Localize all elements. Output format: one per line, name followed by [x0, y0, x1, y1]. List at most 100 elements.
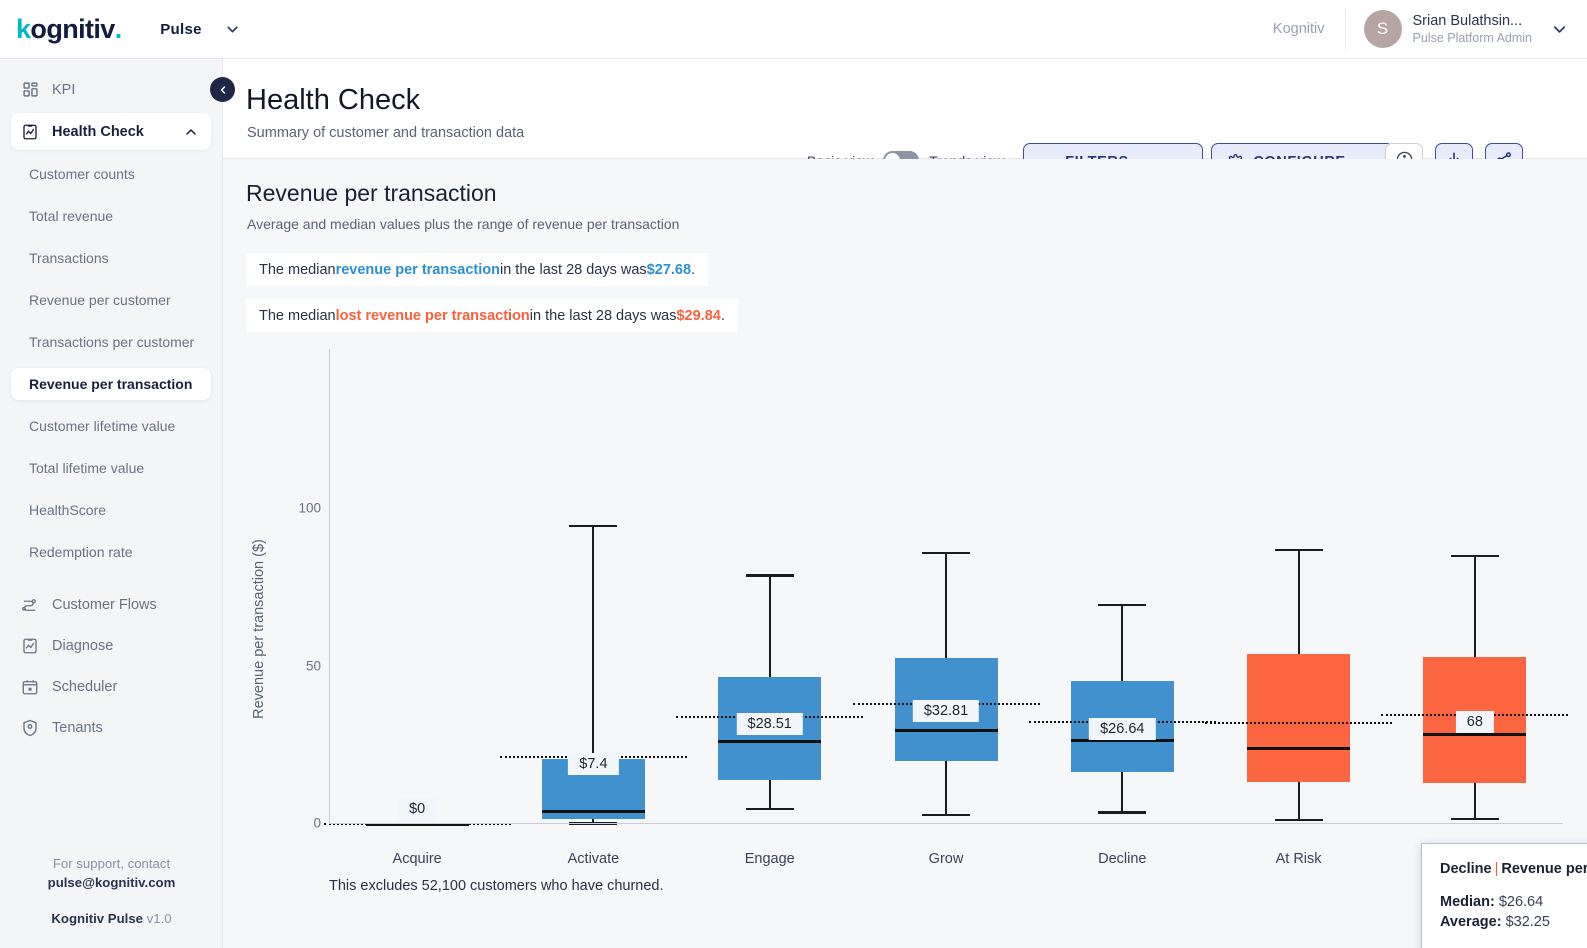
sidebar-subitem-label: Transactions per customer: [29, 334, 195, 350]
sidebar: KPI Health Check Customer counts Total r…: [0, 59, 223, 948]
whisker-lower: [768, 779, 771, 808]
chart-x-tick-label: Acquire: [392, 851, 442, 867]
sidebar-item-scheduler[interactable]: Scheduler: [11, 668, 211, 705]
sidebar-subitem-total-lifetime-value[interactable]: Total lifetime value: [11, 452, 211, 484]
whisker-cap-lower: [1274, 818, 1323, 822]
boxplot-series[interactable]: [1205, 159, 1393, 823]
tooltip-row-value: $26.64: [1498, 894, 1544, 910]
chart-footnote: This excludes 52,100 customers who have …: [329, 878, 664, 894]
tooltip-row-label: Median:: [1440, 894, 1495, 910]
diagnose-icon: [20, 636, 40, 656]
tooltip-category: Decline: [1440, 861, 1492, 877]
flow-icon: [20, 595, 40, 615]
avatar[interactable]: S: [1363, 10, 1402, 48]
chart-x-tick-label: Grow: [928, 851, 964, 867]
boxplot-series[interactable]: [499, 159, 687, 825]
sidebar-subitem-label: Revenue per customer: [29, 292, 171, 308]
sidebar-subitem-transactions-per-customer[interactable]: Transactions per customer: [11, 326, 211, 358]
page-title: Health Check: [246, 84, 421, 116]
chevron-down-icon[interactable]: [224, 21, 241, 38]
sidebar-subitem-customer-counts[interactable]: Customer counts: [11, 158, 211, 190]
chart-x-tick-label: At Risk: [1275, 851, 1322, 867]
sidebar-item-label: Diagnose: [52, 637, 114, 654]
sidebar-subitem-transactions[interactable]: Transactions: [11, 242, 211, 274]
chart-y-axis-label: Revenue per transaction ($): [251, 539, 267, 719]
user-menu-chevron-down-icon[interactable]: [1550, 20, 1569, 39]
chart-y-tick-label: 0: [313, 815, 321, 831]
whisker-cap-upper: [1098, 603, 1147, 607]
sidebar-subitem-healthscore[interactable]: HealthScore: [11, 494, 211, 526]
sidebar-footer: For support, contact pulse@kognitiv.com …: [0, 854, 223, 926]
support-email[interactable]: pulse@kognitiv.com: [0, 873, 223, 892]
boxplot-series[interactable]: [323, 159, 511, 826]
sidebar-subitem-revenue-per-customer[interactable]: Revenue per customer: [11, 284, 211, 316]
chart-tooltip: Decline|Revenue per transaction Median: …: [1421, 843, 1587, 948]
boxplot-value-label: $32.81: [912, 699, 980, 722]
page-header: Health Check Summary of customer and tra…: [223, 59, 1587, 202]
support-line: For support, contact: [52, 856, 171, 871]
sidebar-item-label: Customer Flows: [52, 596, 157, 613]
sidebar-subitem-label: Redemption rate: [29, 544, 133, 560]
sidebar-subitem-label: Total revenue: [29, 208, 114, 224]
sidebar-item-health-check[interactable]: Health Check: [11, 113, 211, 150]
whisker-cap-upper: [922, 551, 970, 555]
boxplot-series[interactable]: [852, 159, 1040, 823]
boxplot-value-label: $28.51: [736, 712, 803, 735]
whisker-lower: [1297, 782, 1300, 819]
whisker-upper: [1297, 548, 1300, 655]
top-bar: kognitiv. Pulse Kognitiv S Srian Bulaths…: [0, 0, 1587, 59]
sidebar-subitem-label: Total lifetime value: [29, 460, 145, 476]
box-rect: [1247, 654, 1351, 783]
chart-x-tick-label: Engage: [744, 851, 795, 867]
sidebar-item-customer-flows[interactable]: Customer Flows: [11, 586, 211, 623]
sidebar-item-label: Scheduler: [52, 678, 118, 695]
chart-y-tick-label: 50: [305, 658, 321, 673]
sidebar-subitem-label: Revenue per transaction: [29, 376, 193, 392]
sidebar-subitem-redemption-rate[interactable]: Redemption rate: [11, 536, 211, 568]
sidebar-subitem-total-revenue[interactable]: Total revenue: [11, 200, 211, 232]
whisker-cap-lower: [1098, 811, 1147, 814]
whisker-cap-lower: [745, 807, 794, 811]
sidebar-item-kpi[interactable]: KPI: [11, 71, 211, 108]
logo-text: kognitiv: [16, 13, 115, 44]
page-subtitle: Summary of customer and transaction data: [247, 125, 525, 141]
user-role: Pulse Platform Admin: [1412, 31, 1533, 45]
chevron-up-icon[interactable]: [183, 124, 199, 140]
median-line: [894, 729, 998, 733]
whisker-cap-upper: [1450, 554, 1499, 558]
chart-y-tick-label: 100: [298, 500, 321, 516]
tenant-name: Kognitiv: [1272, 21, 1325, 37]
boxplot-chart: Revenue per transaction ($) 0 50 100 Acqui…: [223, 159, 1587, 948]
sidebar-subitem-label: HealthScore: [29, 502, 107, 518]
boxplot-value-label: $26.64: [1089, 718, 1156, 741]
sidebar-item-tenants[interactable]: Tenants: [11, 709, 211, 746]
sidebar-item-label: KPI: [52, 81, 76, 98]
sidebar-subitem-label: Transactions: [29, 250, 109, 266]
sidebar-item-diagnose[interactable]: Diagnose: [11, 627, 211, 664]
sidebar-subitem-customer-lifetime-value[interactable]: Customer lifetime value: [11, 410, 211, 442]
median-line: [541, 810, 645, 814]
whisker-upper: [592, 524, 595, 759]
whisker-upper: [1473, 554, 1476, 657]
sidebar-subitem-label: Customer counts: [29, 166, 135, 182]
median-line: [1247, 747, 1351, 751]
tooltip-metric: Revenue per transaction: [1501, 861, 1587, 877]
whisker-upper: [768, 574, 771, 677]
version-name: Kognitiv Pulse: [51, 911, 143, 926]
version-number: v1.0: [146, 911, 172, 926]
boxplot-value-label: $0: [398, 798, 437, 820]
product-name: Pulse: [160, 20, 202, 38]
average-dotted-line: [1205, 722, 1393, 725]
sidebar-collapse-button[interactable]: [210, 77, 235, 102]
sidebar-subitem-revenue-per-transaction[interactable]: Revenue per transaction: [11, 368, 211, 400]
chart-y-axis-line: [329, 349, 330, 823]
brand-logo[interactable]: kognitiv.: [16, 14, 122, 45]
user-meta: Srian Bulathsin... Pulse Platform Admin: [1413, 12, 1533, 46]
clipboard-chart-icon: [20, 122, 40, 142]
logo-dot: .: [114, 13, 123, 44]
whisker-cap-upper: [1274, 548, 1323, 552]
sidebar-item-label: Tenants: [52, 719, 103, 736]
whisker-lower: [1121, 771, 1124, 811]
shield-user-icon: [20, 718, 40, 738]
whisker-lower: [945, 760, 947, 814]
